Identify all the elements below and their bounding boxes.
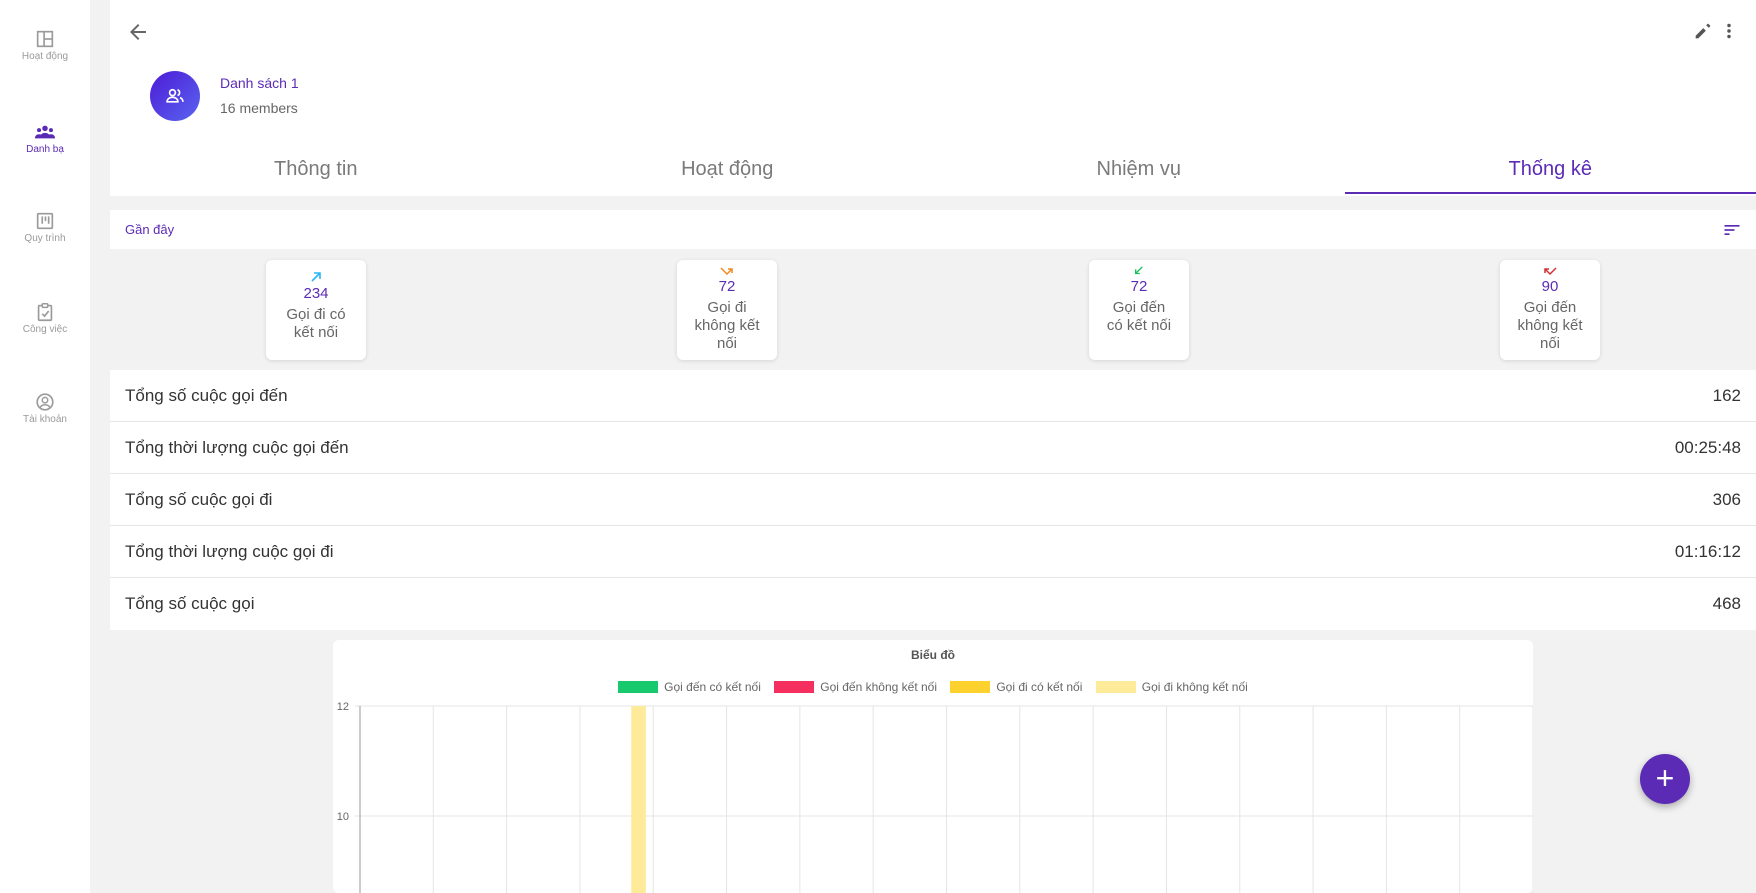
summary-value: 306 xyxy=(1712,490,1741,509)
filter-recent[interactable]: Gần đây xyxy=(125,222,174,237)
summary-value: 01:16:12 xyxy=(1674,542,1741,561)
stat-incoming-connected: 72 Gọi đến có kết nối xyxy=(1089,260,1189,360)
summary-value: 162 xyxy=(1712,386,1741,405)
page-header: Danh sách 1 16 members Thông tin Hoạt độ… xyxy=(110,0,1756,196)
chart-legend: Gọi đến có kết nối Gọi đến không kết nối… xyxy=(333,680,1533,694)
chart-title: Biểu đồ xyxy=(911,648,955,662)
summary-row: Tổng thời lượng cuộc gọi đến 00:25:48 xyxy=(110,422,1756,474)
summary-label: Tổng số cuộc gọi đi xyxy=(125,490,273,509)
members-count: 16 members xyxy=(220,100,298,116)
stat-caption: Gọi đi có kết nối xyxy=(286,306,346,341)
legend-swatch xyxy=(618,681,659,693)
plus-icon: + xyxy=(1655,760,1675,796)
stat-value: 72 xyxy=(1130,278,1148,295)
stat-caption: Gọi đến có kết nối xyxy=(1106,299,1172,334)
summary-table: Tổng số cuộc gọi đến 162 Tổng thời lượng… xyxy=(110,370,1756,630)
group-avatar xyxy=(150,71,200,121)
summary-label: Tổng thời lượng cuộc gọi đến xyxy=(125,438,349,457)
call-made-icon xyxy=(311,272,321,282)
legend-item[interactable]: Gọi đi có kết nối xyxy=(950,680,1082,694)
sidebar-item-process[interactable]: Quy trình xyxy=(0,210,90,244)
group-icon xyxy=(166,88,184,103)
filter-bar: Gần đây xyxy=(110,210,1756,249)
sidebar-item-label: Tài khoản xyxy=(23,414,67,425)
stat-caption: Gọi đi không kết nối xyxy=(694,299,760,352)
stat-value: 90 xyxy=(1541,278,1559,295)
legend-label: Gọi đến có kết nối xyxy=(664,680,761,694)
sidebar-item-label: Công việc xyxy=(22,324,68,335)
summary-row: Tổng số cuộc gọi đến 162 xyxy=(110,370,1756,422)
sidebar: Hoạt động Danh bạ Quy trình Công việc Tà… xyxy=(0,0,90,893)
sidebar-item-tasks[interactable]: Công việc xyxy=(0,301,90,335)
legend-item[interactable]: Gọi đến không kết nối xyxy=(774,680,937,694)
sort-filter-icon[interactable] xyxy=(1722,220,1742,240)
y-tick-label: 12 xyxy=(337,701,349,713)
dashboard-icon xyxy=(36,30,54,48)
back-arrow-icon[interactable] xyxy=(126,20,150,44)
tab-statistics[interactable]: Thống kê xyxy=(1344,148,1756,194)
tab-tasks[interactable]: Nhiệm vụ xyxy=(933,148,1345,194)
stat-caption: Gọi đến không kết nối xyxy=(1517,299,1583,352)
sidebar-item-label: Quy trình xyxy=(24,233,66,244)
chart-bar xyxy=(631,706,646,893)
account-circle-icon xyxy=(36,393,54,411)
contacts-icon xyxy=(34,125,56,139)
sidebar-item-contacts[interactable]: Danh bạ xyxy=(0,121,90,155)
call-missed-icon xyxy=(1544,267,1557,276)
summary-label: Tổng số cuộc gọi đến xyxy=(125,386,288,405)
legend-swatch xyxy=(1095,681,1136,693)
legend-swatch xyxy=(950,681,991,693)
bar-chart: 12 10 xyxy=(337,701,1533,893)
sidebar-item-activity[interactable]: Hoạt động xyxy=(0,28,90,62)
kanban-icon xyxy=(36,212,54,230)
legend-item[interactable]: Gọi đến có kết nối xyxy=(618,680,761,694)
summary-row: Tổng thời lượng cuộc gọi đi 01:16:12 xyxy=(110,526,1756,578)
legend-label: Gọi đi có kết nối xyxy=(996,680,1083,694)
stat-value: 72 xyxy=(718,278,736,295)
call-received-icon xyxy=(1135,266,1143,275)
summary-label: Tổng thời lượng cuộc gọi đi xyxy=(125,542,334,561)
stat-value: 234 xyxy=(303,285,329,302)
sidebar-item-label: Hoạt động xyxy=(21,51,69,62)
chart-card: 12 10 Biểu đồ Gọi đến có kết nối Gọi đến … xyxy=(333,640,1533,893)
legend-label: Gọi đi không kết nối xyxy=(1141,680,1248,694)
summary-value: 468 xyxy=(1712,594,1741,613)
clipboard-check-icon xyxy=(37,303,53,322)
add-fab-button[interactable]: + xyxy=(1640,754,1690,804)
stat-incoming-missed: 90 Gọi đến không kết nối xyxy=(1500,260,1600,360)
legend-swatch xyxy=(774,681,815,693)
summary-row: Tổng số cuộc gọi 468 xyxy=(110,578,1756,630)
edit-pencil-icon[interactable] xyxy=(1692,20,1714,42)
sidebar-item-label: Danh bạ xyxy=(26,144,64,155)
tab-bar: Thông tin Hoạt động Nhiệm vụ Thống kê xyxy=(110,148,1756,194)
tab-info[interactable]: Thông tin xyxy=(110,148,522,194)
summary-value: 00:25:48 xyxy=(1674,438,1741,457)
sidebar-item-account[interactable]: Tài khoản xyxy=(0,391,90,425)
legend-item[interactable]: Gọi đi không kết nối xyxy=(1095,680,1248,694)
summary-row: Tổng số cuộc gọi đi 306 xyxy=(110,474,1756,526)
more-vert-icon[interactable] xyxy=(1718,20,1740,42)
list-name: Danh sách 1 xyxy=(220,75,299,91)
call-missed-outgoing-icon xyxy=(720,267,733,276)
tab-activity[interactable]: Hoạt động xyxy=(522,148,934,194)
summary-label: Tổng số cuộc gọi xyxy=(125,594,255,613)
stat-outgoing-missed: 72 Gọi đi không kết nối xyxy=(677,260,777,360)
y-tick-label: 10 xyxy=(337,811,349,823)
main-content: Danh sách 1 16 members Thông tin Hoạt độ… xyxy=(110,0,1756,893)
stat-outgoing-connected: 234 Gọi đi có kết nối xyxy=(266,260,366,360)
legend-label: Gọi đến không kết nối xyxy=(820,680,937,694)
